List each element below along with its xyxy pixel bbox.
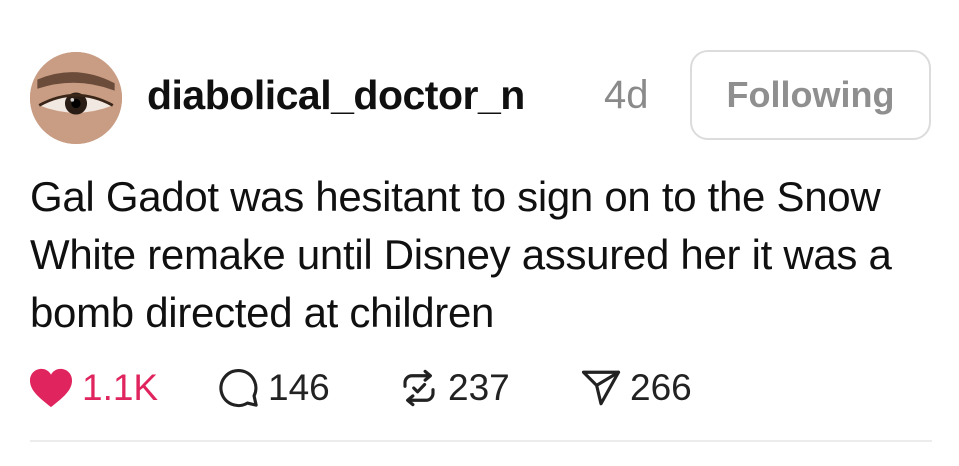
action-bar: 1.1K 146 237 266: [28, 360, 928, 416]
share-button[interactable]: 266: [580, 360, 692, 416]
thread-post: diabolical_doctor_n 4d Following Gal Gad…: [0, 0, 959, 466]
heart-icon: [30, 368, 72, 408]
divider: [30, 440, 932, 442]
following-button[interactable]: Following: [690, 50, 931, 140]
reply-button[interactable]: 146: [218, 360, 330, 416]
repost-button[interactable]: 237: [398, 360, 510, 416]
reply-count: 146: [268, 367, 330, 408]
timestamp: 4d: [604, 73, 649, 117]
username[interactable]: diabolical_doctor_n: [147, 70, 525, 120]
share-count: 266: [630, 367, 692, 408]
repost-icon: [403, 369, 435, 407]
post-text: Gal Gadot was hesitant to sign on to the…: [30, 173, 892, 336]
repost-count: 237: [448, 367, 510, 408]
like-button[interactable]: 1.1K: [28, 360, 158, 416]
avatar[interactable]: [30, 52, 122, 144]
comment-icon: [219, 369, 258, 408]
avatar-eye-image: [30, 52, 122, 144]
share-icon: [581, 370, 621, 406]
like-count: 1.1K: [82, 367, 159, 408]
